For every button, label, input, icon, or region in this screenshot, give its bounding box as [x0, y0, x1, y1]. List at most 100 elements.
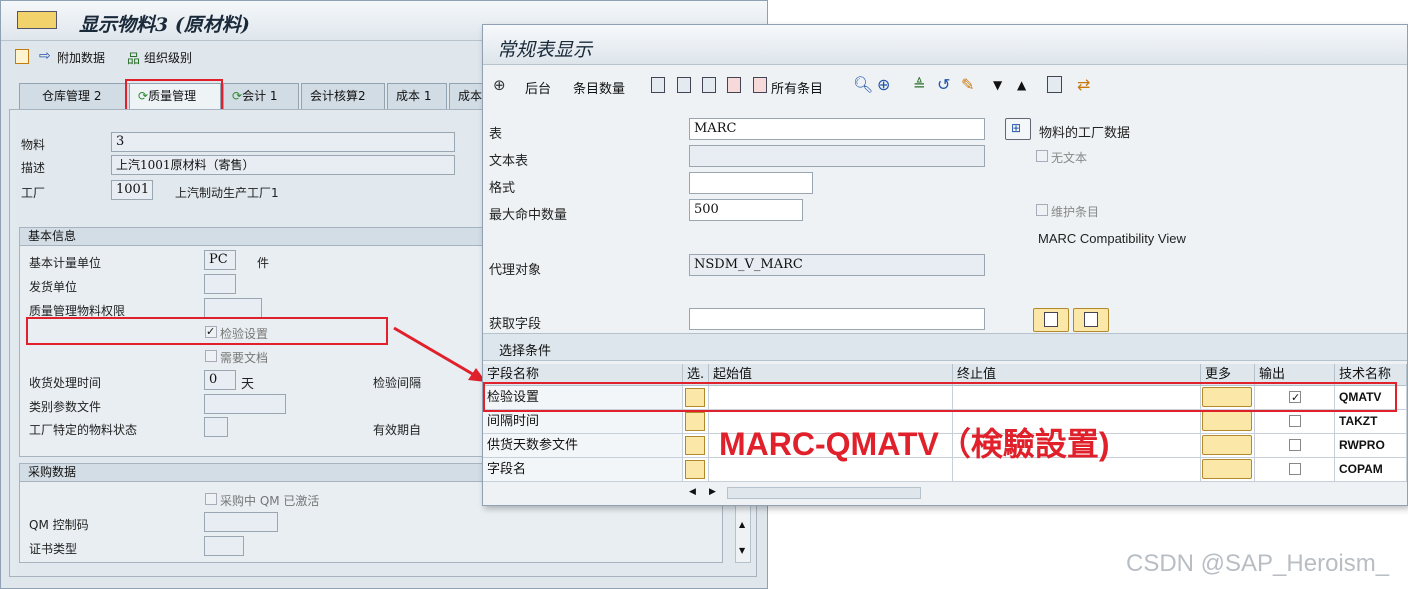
select-icon-2[interactable]: [677, 77, 691, 93]
row-select: [683, 410, 709, 434]
execute-icon[interactable]: ⊕: [493, 76, 506, 94]
arrow-up-icon[interactable]: ▲: [1017, 78, 1026, 92]
row-field-name: 字段名: [483, 458, 683, 482]
additional-data-button[interactable]: 附加数据: [57, 49, 105, 66]
delete-icon-2[interactable]: [753, 77, 767, 93]
pencil-icon[interactable]: ✎: [961, 75, 974, 94]
highlight-inspection-row: [483, 382, 1397, 412]
zoom-out-icon[interactable]: 🔍︎: [853, 75, 873, 94]
plant-data-button[interactable]: 物料的工厂数据: [1039, 122, 1130, 141]
background-button[interactable]: 后台: [525, 78, 551, 97]
right-window-title: 常规表显示: [497, 39, 593, 61]
left-window-title: 显示物料3 (原材料): [79, 14, 250, 36]
selection-options-icon[interactable]: [685, 412, 705, 431]
entry-count-button[interactable]: 条目数量: [573, 78, 625, 97]
scroll-right-icon[interactable]: ▶: [709, 487, 716, 497]
delete-icon-1[interactable]: [727, 77, 741, 93]
text-table-label: 文本表: [489, 154, 529, 169]
vertical-scrollbar[interactable]: ▲ ▼: [735, 501, 751, 563]
issue-unit-label: 发货单位: [29, 280, 78, 294]
row-select: [683, 434, 709, 458]
catalog-profile-field: [204, 394, 286, 414]
multiple-selection-button[interactable]: [1202, 411, 1252, 431]
row-tech-name: COPAM: [1335, 458, 1407, 482]
selection-options-icon[interactable]: [685, 436, 705, 455]
qm-control-key-field: [204, 512, 278, 532]
multiple-selection-button[interactable]: [1202, 435, 1252, 455]
plant-status-field: [204, 417, 228, 437]
fetch-fields-label: 获取字段: [489, 317, 542, 332]
select-icon-1[interactable]: [651, 77, 665, 93]
multiple-selection-button[interactable]: [1202, 459, 1252, 479]
output-checkbox[interactable]: [1289, 463, 1301, 475]
gr-time-field: 0: [204, 370, 236, 390]
org-levels-icon: 品: [127, 52, 141, 67]
right-toolbar: ⊕ 后台 条目数量 所有条目 🔍︎ ⊕ ≜ ↺ ✎ ▼ ▲ ⇄: [483, 71, 1407, 101]
text-table-field: [689, 145, 985, 167]
docs-required-checkbox[interactable]: [205, 350, 217, 362]
description-label: 描述: [21, 161, 46, 175]
plant-status-label: 工厂特定的物料状态: [29, 423, 138, 437]
plant-data-button-icon[interactable]: ⊞: [1005, 118, 1031, 140]
fetch-add-button[interactable]: [1033, 308, 1069, 332]
annotation-text: MARC-QMATV（検驗設置): [719, 426, 1110, 462]
format-label: 格式: [489, 181, 516, 196]
tab-costing-2[interactable]: 会计核算2: [301, 83, 385, 109]
scroll-down-icon[interactable]: ▼: [739, 546, 745, 555]
no-text-label: 无文本: [1051, 151, 1088, 165]
org-levels-button[interactable]: 组织级别: [144, 49, 192, 66]
row-select: [683, 458, 709, 482]
row-output: [1255, 458, 1335, 482]
output-checkbox[interactable]: [1289, 415, 1301, 427]
scroll-up-icon[interactable]: ▲: [739, 520, 745, 529]
arrow-down-icon[interactable]: ▼: [993, 78, 1002, 92]
highlight-inspection-setup: [26, 317, 388, 345]
cert-type-label: 证书类型: [29, 542, 78, 556]
structure-icon: ⊞: [1011, 121, 1022, 135]
add-fields-icon: [1044, 312, 1058, 327]
fetch-fields-field[interactable]: [689, 308, 985, 330]
tab-warehouse-2[interactable]: 仓库管理 2: [19, 83, 131, 109]
horizontal-scrollbar[interactable]: ◀ ▶: [683, 485, 923, 501]
undo-icon[interactable]: ↺: [937, 75, 950, 94]
tab-accounting-1[interactable]: ⟳会计 1: [223, 83, 299, 109]
row-field-name: 供货天数参文件: [483, 434, 683, 458]
maintain-entries-label: 维护条目: [1051, 205, 1100, 219]
scroll-thumb[interactable]: [727, 487, 921, 499]
max-hits-label: 最大命中数量: [489, 208, 568, 223]
sap-menu-icon[interactable]: [17, 11, 57, 29]
general-table-display-window: 常规表显示 ⊕ 后台 条目数量 所有条目 🔍︎ ⊕ ≜ ↺ ✎ ▼ ▲ ⇄ 表 …: [482, 24, 1408, 506]
qm-active-label: 采购中 QM 已激活: [220, 494, 320, 508]
selection-header: 选择条件: [483, 333, 1407, 361]
row-more: [1201, 458, 1255, 482]
zoom-in-icon[interactable]: ⊕: [877, 75, 890, 94]
stack-icon[interactable]: ≜: [913, 76, 926, 94]
arrow-right-icon: ⇨: [39, 48, 51, 64]
max-hits-field[interactable]: 500: [689, 199, 803, 221]
selection-options-icon[interactable]: [685, 460, 705, 479]
format-field[interactable]: [689, 172, 813, 194]
maintain-entries-checkbox[interactable]: [1036, 204, 1048, 216]
layout-icon[interactable]: ⇄: [1077, 75, 1090, 94]
qm-active-checkbox[interactable]: [205, 493, 217, 505]
scroll-left-icon[interactable]: ◀: [689, 487, 696, 497]
annotation-arrow: [393, 326, 486, 382]
proxy-label: 代理对象: [489, 263, 542, 278]
table-label: 表: [489, 127, 503, 142]
material-label: 物料: [21, 138, 46, 152]
description-field: 上汽1001原材料（寄售）: [111, 155, 455, 175]
tab-cost-1[interactable]: 成本 1: [387, 83, 447, 109]
catalog-profile-label: 类别参数文件: [29, 400, 102, 414]
document-icon[interactable]: [15, 49, 29, 64]
all-entries-button[interactable]: 所有条目: [771, 78, 823, 97]
output-checkbox[interactable]: [1289, 439, 1301, 451]
base-uom-field: PC: [204, 250, 236, 270]
calculator-icon[interactable]: [1047, 76, 1062, 93]
right-title-bar: 常规表显示: [483, 25, 1407, 65]
row-tech-name: RWPRO: [1335, 434, 1407, 458]
fetch-remove-button[interactable]: [1073, 308, 1109, 332]
select-icon-3[interactable]: [702, 77, 716, 93]
no-text-checkbox[interactable]: [1036, 150, 1048, 162]
table-field[interactable]: MARC: [689, 118, 985, 140]
material-field: 3: [111, 132, 455, 152]
